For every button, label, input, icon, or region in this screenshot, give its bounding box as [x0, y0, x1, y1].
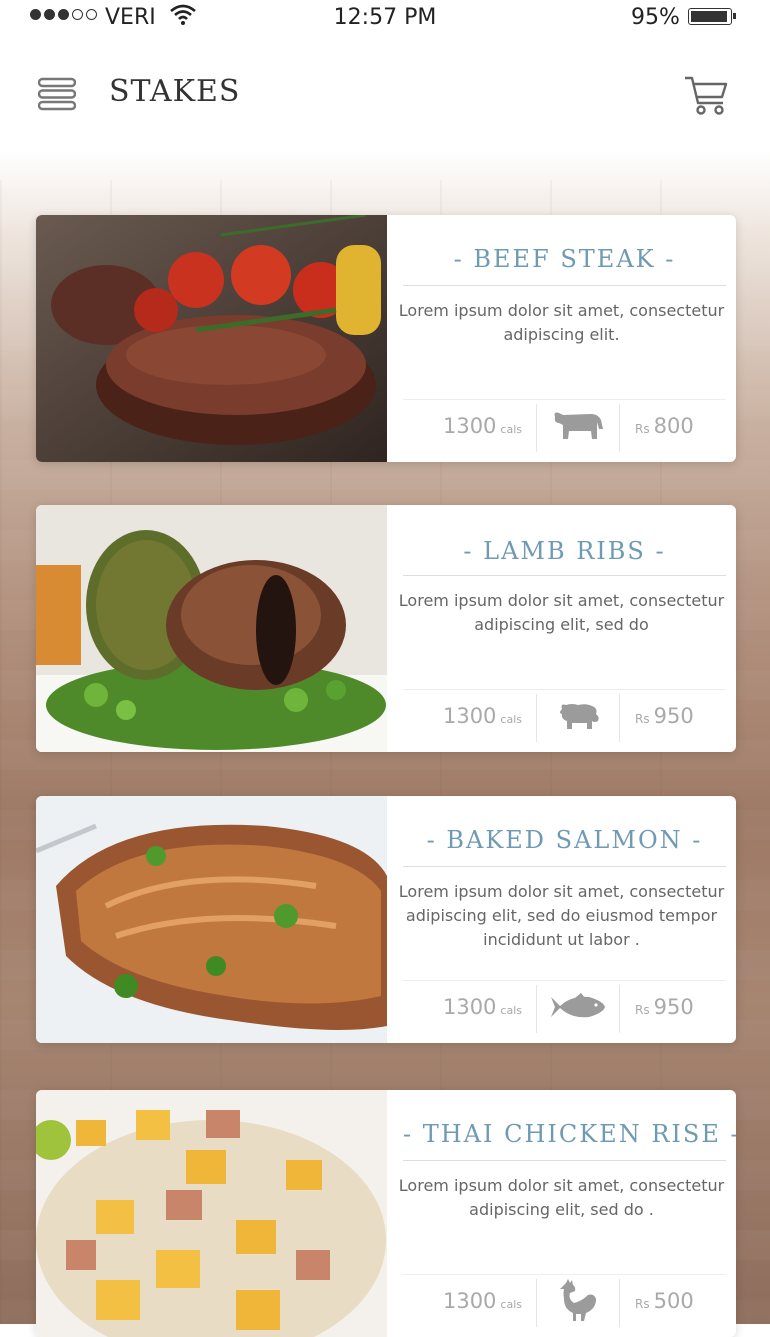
cow-icon — [537, 400, 619, 452]
fish-icon — [537, 981, 619, 1033]
calorie-unit: cals — [500, 712, 522, 726]
card-footer: 1300 cals Rs 800 — [403, 399, 726, 452]
beef-steak-photo — [36, 215, 387, 462]
calorie-unit: cals — [500, 1003, 522, 1017]
card-info: - THAI CHICKEN RISE - Lorem ipsum dolor … — [387, 1090, 736, 1337]
calorie-unit: cals — [500, 1297, 522, 1311]
dish-description: Lorem ipsum dolor sit amet, consectetur … — [398, 1176, 725, 1219]
battery-icon — [688, 8, 736, 25]
menu-icon[interactable] — [38, 77, 76, 111]
page-title: STAKES — [109, 74, 241, 109]
dish-name: - BEEF STEAK - — [453, 245, 676, 273]
divider — [403, 866, 726, 867]
lamb-ribs-photo — [36, 505, 387, 752]
chicken-icon — [537, 1275, 619, 1327]
baked-salmon-photo — [36, 796, 387, 1043]
dish-description: Lorem ipsum dolor sit amet, consectetur … — [398, 882, 725, 949]
menu-card-thai-chicken-rise[interactable]: - THAI CHICKEN RISE - Lorem ipsum dolor … — [36, 1090, 736, 1337]
price-value: 500 — [653, 1289, 694, 1313]
menu-card-beef-steak[interactable]: - BEEF STEAK - Lorem ipsum dolor sit ame… — [36, 215, 736, 462]
card-info: - BEEF STEAK - Lorem ipsum dolor sit ame… — [387, 215, 736, 462]
calorie-value: 1300 — [442, 995, 497, 1019]
calories: 1300 cals — [403, 1275, 536, 1327]
app-header: STAKES — [0, 60, 770, 130]
thai-chicken-rise-photo — [36, 1090, 387, 1337]
price: Rs 800 — [620, 400, 726, 452]
divider — [403, 285, 726, 286]
card-info: - BAKED SALMON - Lorem ipsum dolor sit a… — [387, 796, 736, 1043]
dish-description: Lorem ipsum dolor sit amet, consectetur … — [398, 301, 725, 344]
battery-percentage: 95% — [631, 5, 680, 30]
price: Rs 500 — [620, 1275, 726, 1327]
status-bar: VERI 12:57 PM 95% — [0, 0, 770, 36]
dish-description: Lorem ipsum dolor sit amet, consectetur … — [398, 591, 725, 634]
price: Rs 950 — [620, 690, 726, 742]
currency: Rs — [635, 1297, 650, 1311]
menu-card-lamb-ribs[interactable]: - LAMB RIBS - Lorem ipsum dolor sit amet… — [36, 505, 736, 752]
calorie-unit: cals — [500, 422, 522, 436]
calorie-value: 1300 — [442, 414, 497, 438]
currency: Rs — [635, 422, 650, 436]
price-value: 950 — [653, 704, 694, 728]
dish-name: - BAKED SALMON - — [426, 826, 703, 854]
price: Rs 950 — [620, 981, 726, 1033]
menu-card-baked-salmon[interactable]: - BAKED SALMON - Lorem ipsum dolor sit a… — [36, 796, 736, 1043]
card-footer: 1300 cals Rs 950 — [403, 689, 726, 742]
price-value: 950 — [653, 995, 694, 1019]
cart-icon[interactable] — [683, 75, 729, 117]
calorie-value: 1300 — [442, 1289, 497, 1313]
card-footer: 1300 cals Rs 500 — [403, 1274, 726, 1327]
lamb-icon — [537, 690, 619, 742]
price-value: 800 — [653, 414, 694, 438]
currency: Rs — [635, 712, 650, 726]
calories: 1300 cals — [403, 690, 536, 742]
card-info: - LAMB RIBS - Lorem ipsum dolor sit amet… — [387, 505, 736, 752]
divider — [403, 1160, 726, 1161]
card-footer: 1300 cals Rs 950 — [403, 980, 726, 1033]
calories: 1300 cals — [403, 981, 536, 1033]
dish-name: - LAMB RIBS - — [463, 537, 666, 565]
calories: 1300 cals — [403, 400, 536, 452]
calorie-value: 1300 — [442, 704, 497, 728]
divider — [403, 575, 726, 576]
currency: Rs — [635, 1003, 650, 1017]
dish-name: - THAI CHICKEN RISE - — [403, 1120, 736, 1148]
